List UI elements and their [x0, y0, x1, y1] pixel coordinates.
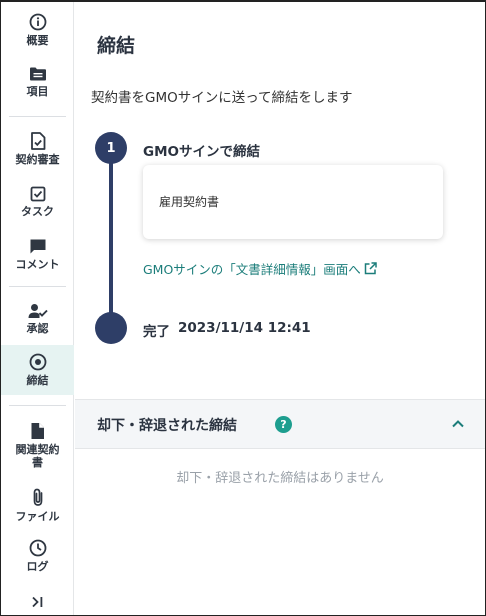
folder-icon [29, 67, 46, 81]
sidebar-item-label: ファイル [15, 509, 60, 523]
gmo-detail-link[interactable]: GMOサインの「文書詳細情報」画面へ [143, 259, 377, 278]
sidebar-item-tasks[interactable]: タスク [1, 179, 74, 225]
checkbox-icon [30, 186, 45, 202]
sidebar-item-related[interactable]: 関連契約書 [1, 416, 74, 474]
sidebar-item-label: 承認 [26, 322, 49, 335]
sidebar-item-label: コメント [15, 257, 60, 271]
document-check-icon [30, 132, 45, 150]
page-title: 締結 [97, 35, 136, 57]
sidebar-item-items[interactable]: 項目 [1, 60, 74, 104]
document-icon [31, 422, 44, 439]
sidebar-item-files[interactable]: ファイル [1, 482, 74, 528]
sidebar-divider [9, 286, 66, 287]
help-icon[interactable]: ? [275, 416, 292, 433]
sidebar-divider [9, 116, 66, 117]
rejected-section-header[interactable]: 却下・辞退された締結 ? [75, 399, 485, 449]
document-card: 雇用契約書 [143, 165, 443, 239]
document-name: 雇用契約書 [159, 195, 220, 209]
sidebar-item-review[interactable]: 契約審査 [1, 126, 74, 172]
sidebar: 概要 項目 契約審査 タスク コメント 承認 締結 関連契約書 ファイル ログ [1, 2, 74, 615]
main-content: 締結 契約書をGMOサインに送って締結をします 1 GMOサインで締結 雇用契約… [75, 2, 485, 615]
step-title: GMOサインで締結 [143, 144, 260, 160]
sidebar-item-label: 項目 [26, 85, 49, 98]
sidebar-item-label: ログ [26, 560, 49, 573]
paperclip-icon [33, 488, 42, 506]
sidebar-collapse-button[interactable] [1, 590, 74, 614]
comment-icon [30, 239, 45, 253]
info-icon [29, 13, 46, 31]
sidebar-item-comments[interactable]: コメント [1, 231, 74, 277]
target-icon [29, 353, 46, 371]
complete-label: 完了 [143, 324, 170, 340]
clock-icon [29, 539, 46, 557]
timeline-end-circle [95, 312, 127, 344]
sidebar-item-label: 締結 [26, 374, 49, 387]
user-check-icon [28, 304, 48, 318]
sidebar-item-log[interactable]: ログ [1, 533, 74, 579]
chevron-up-icon[interactable] [451, 417, 465, 431]
gmo-detail-link-text: GMOサインの「文書詳細情報」画面へ [143, 262, 361, 277]
complete-status: 完了 2023/11/14 12:41 [143, 320, 311, 340]
external-link-icon [364, 262, 377, 275]
step-number-badge: 1 [95, 132, 127, 164]
sidebar-item-approval[interactable]: 承認 [1, 296, 74, 342]
collapse-right-icon [31, 596, 42, 608]
complete-datetime: 2023/11/14 12:41 [178, 320, 311, 336]
page-subtitle: 契約書をGMOサインに送って締結をします [91, 90, 353, 106]
sidebar-item-label: 関連契約書 [15, 442, 60, 469]
sidebar-divider [9, 405, 66, 406]
rejected-empty-message: 却下・辞退された締結はありません [176, 471, 384, 486]
rejected-section-title: 却下・辞退された締結 [97, 418, 237, 434]
sidebar-item-label: タスク [21, 205, 54, 218]
app-frame: 概要 項目 契約審査 タスク コメント 承認 締結 関連契約書 ファイル ログ … [0, 0, 486, 616]
sidebar-item-conclusion[interactable]: 締結 [1, 345, 74, 395]
sidebar-item-label: 概要 [26, 34, 49, 47]
sidebar-item-label: 契約審査 [15, 153, 60, 166]
timeline-line [109, 148, 113, 328]
sidebar-item-overview[interactable]: 概要 [1, 8, 74, 52]
